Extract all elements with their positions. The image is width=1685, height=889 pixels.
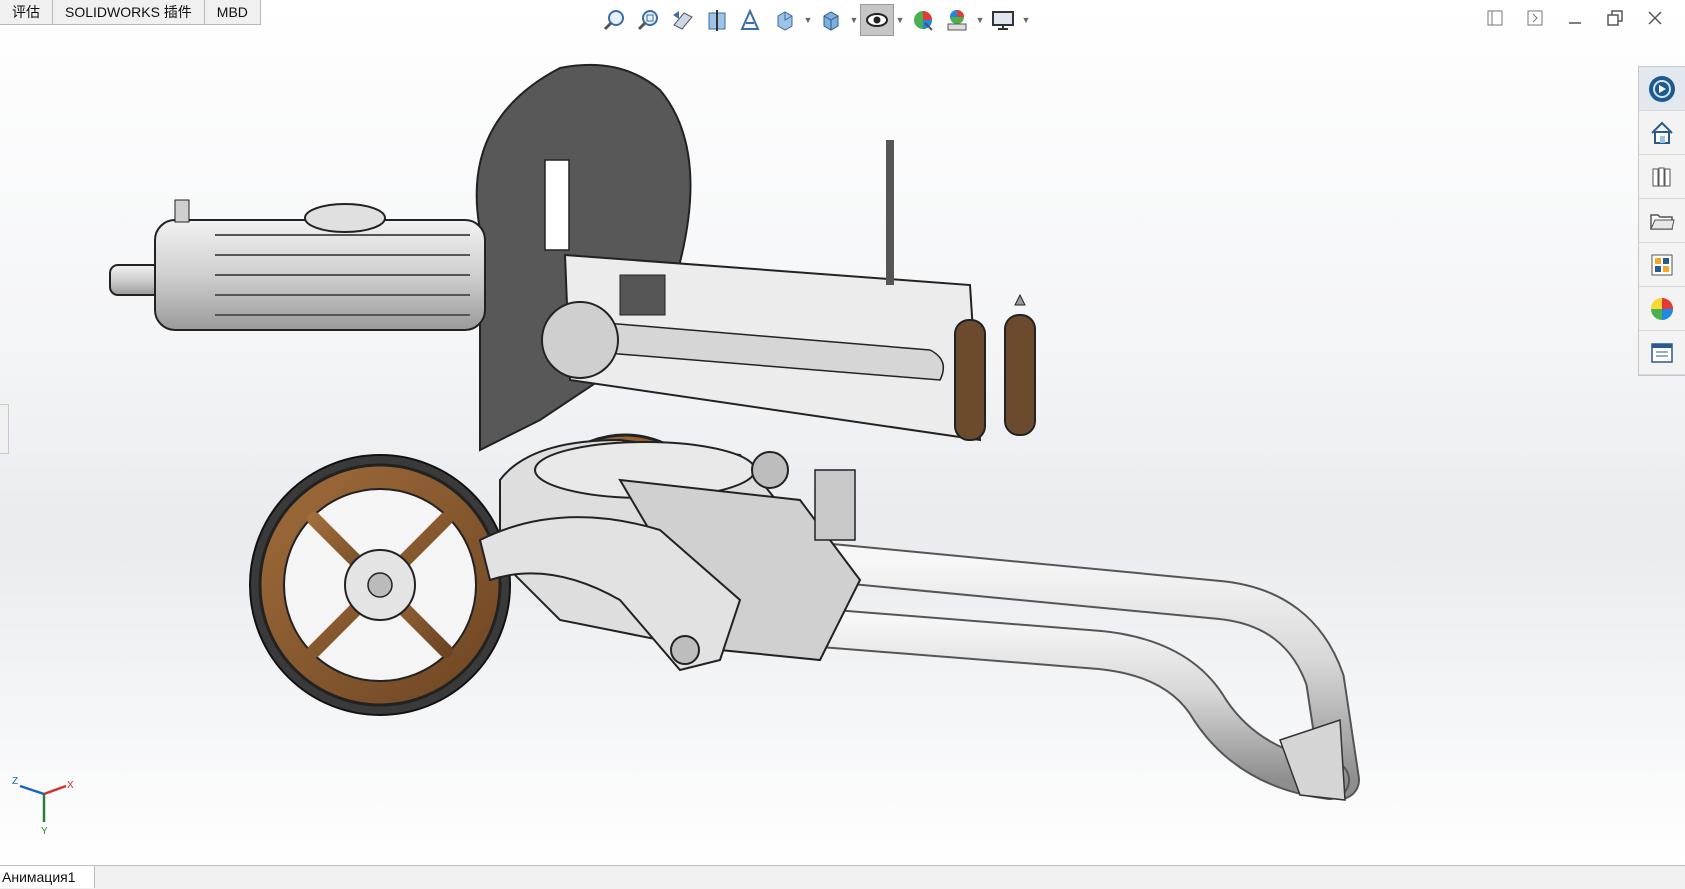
section-view-icon[interactable] — [700, 4, 734, 36]
triad-x-label: X — [67, 780, 74, 791]
dynamic-annotation-views-icon[interactable] — [734, 4, 768, 36]
tab-mbd[interactable]: MBD — [204, 0, 261, 25]
edit-appearance-icon[interactable] — [906, 4, 940, 36]
window-controls — [1479, 4, 1671, 32]
tile-right-icon[interactable] — [1519, 4, 1551, 32]
chevron-down-icon[interactable]: ▼ — [848, 4, 860, 36]
file-explorer-icon[interactable] — [1639, 199, 1685, 243]
triad-y-label: Y — [41, 826, 48, 837]
tile-left-icon[interactable] — [1479, 4, 1511, 32]
hide-show-items-icon[interactable] — [860, 4, 894, 36]
view-settings-icon[interactable] — [986, 4, 1020, 36]
3d-model-maxim-machine-gun[interactable] — [100, 60, 1520, 860]
graphics-area[interactable]: 评估 SOLIDWORKS 插件 MBD ▼ ▼ ▼ ▼ ▼ Z X Y — [0, 0, 1685, 865]
chevron-down-icon[interactable]: ▼ — [802, 4, 814, 36]
home-icon[interactable] — [1639, 111, 1685, 155]
previous-view-icon[interactable] — [666, 4, 700, 36]
command-manager-tabs: 评估 SOLIDWORKS 插件 MBD — [0, 0, 261, 26]
apply-scene-icon[interactable] — [940, 4, 974, 36]
reference-triad: Z X Y — [12, 776, 74, 837]
view-palette-icon[interactable] — [1639, 243, 1685, 287]
tab-evaluate[interactable]: 评估 — [0, 0, 53, 25]
zoom-to-area-icon[interactable] — [632, 4, 666, 36]
tab-solidworks-addins[interactable]: SOLIDWORKS 插件 — [53, 0, 205, 25]
custom-properties-icon[interactable] — [1639, 331, 1685, 375]
appearances-scenes-icon[interactable] — [1639, 287, 1685, 331]
display-style-icon[interactable] — [814, 4, 848, 36]
solidworks-resources-icon[interactable] — [1639, 67, 1685, 111]
zoom-to-fit-icon[interactable] — [598, 4, 632, 36]
task-pane — [1638, 66, 1685, 376]
tab-animation1[interactable]: Анимация1 — [0, 866, 95, 888]
feature-manager-collapse-handle[interactable] — [0, 404, 9, 454]
minimize-icon[interactable] — [1559, 4, 1591, 32]
bottom-tab-bar: Анимация1 — [0, 865, 1685, 889]
heads-up-view-toolbar: ▼ ▼ ▼ ▼ ▼ — [598, 2, 1032, 38]
chevron-down-icon[interactable]: ▼ — [974, 4, 986, 36]
chevron-down-icon[interactable]: ▼ — [894, 4, 906, 36]
chevron-down-icon[interactable]: ▼ — [1020, 4, 1032, 36]
view-orientation-icon[interactable] — [768, 4, 802, 36]
design-library-icon[interactable] — [1639, 155, 1685, 199]
restore-icon[interactable] — [1599, 4, 1631, 32]
triad-z-label: Z — [12, 776, 18, 787]
close-icon[interactable] — [1639, 4, 1671, 32]
